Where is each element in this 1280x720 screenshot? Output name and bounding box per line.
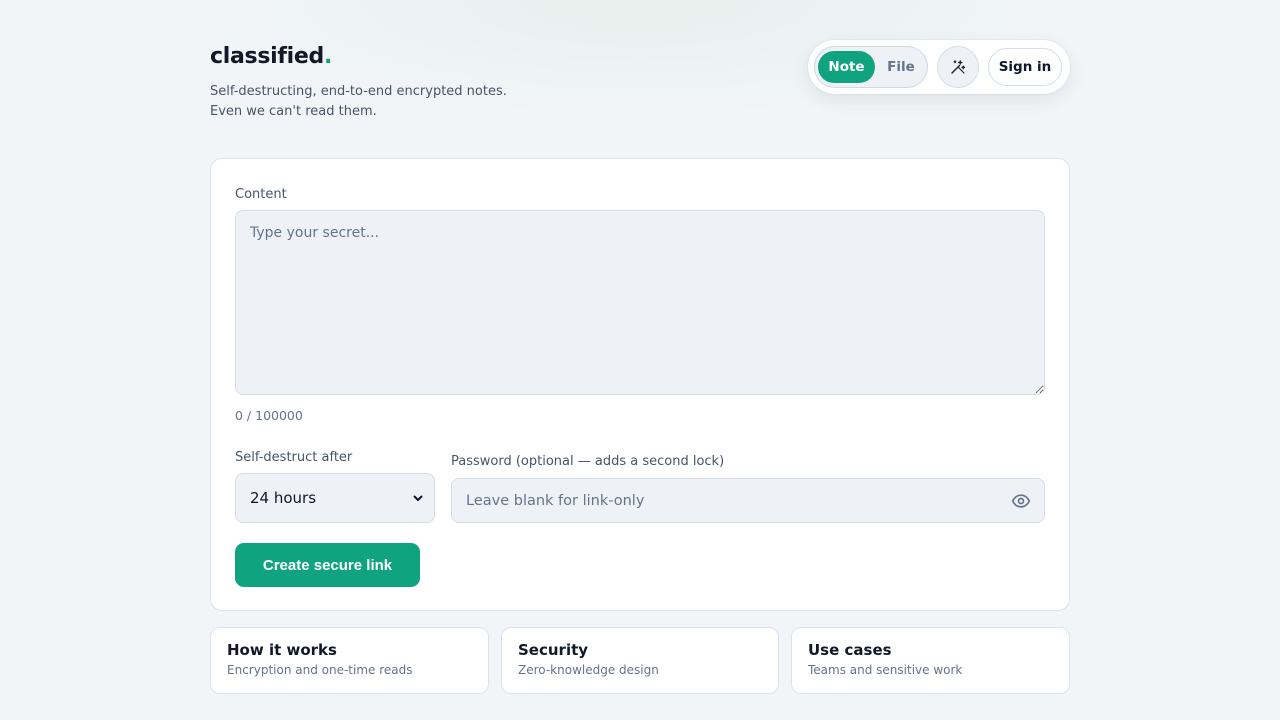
tagline-line-1: Self-destructing, end-to-end encrypted n… [210,84,507,99]
tile-title: Use cases [808,641,892,659]
brand-dot: . [323,44,333,69]
magic-button[interactable] [937,46,979,88]
self-destruct-label: Self-destruct after [235,450,353,465]
eye-icon [1011,494,1031,508]
brand-logo[interactable]: classified. [210,44,332,69]
password-label: Password (optional — adds a second lock) [451,454,725,469]
self-destruct-selected-value: 24 hours [250,489,317,507]
mode-note-button[interactable]: Note [818,51,875,83]
tile-subtitle: Encryption and one-time reads [227,663,413,677]
tile-subtitle: Teams and sensitive work [808,663,963,677]
tile-title: How it works [227,641,337,659]
content-textarea[interactable] [235,210,1045,395]
tagline-line-2: Even we can't read them. [210,104,377,119]
mode-file-button[interactable]: File [875,51,927,83]
tile-subtitle: Zero-knowledge design [518,663,659,677]
page: classified. Self-destructing, end-to-end… [210,0,1070,720]
mode-toggle: Note File [814,46,928,88]
tile-title: Security [518,641,589,659]
top-toolbar: Note File Sign in [808,40,1070,94]
content-label: Content [235,187,287,202]
use-cases-card[interactable]: Use cases Teams and sensitive work [791,627,1070,694]
chevron-down-icon [413,495,423,501]
create-secure-link-button[interactable]: Create secure link [235,543,420,587]
password-field [451,478,1045,523]
magic-wand-icon [951,60,966,74]
note-form-card: Content 0 / 100000 Self-destruct after 2… [210,158,1070,611]
password-input[interactable] [452,479,992,522]
tagline: Self-destructing, end-to-end encrypted n… [210,82,507,122]
sign-in-button[interactable]: Sign in [988,48,1062,86]
character-counter: 0 / 100000 [235,408,303,423]
toggle-password-visibility-button[interactable] [1010,490,1032,512]
brand-name: classified [210,44,324,69]
security-card[interactable]: Security Zero-knowledge design [501,627,779,694]
how-it-works-card[interactable]: How it works Encryption and one-time rea… [210,627,489,694]
self-destruct-select[interactable]: 24 hours [235,473,435,523]
